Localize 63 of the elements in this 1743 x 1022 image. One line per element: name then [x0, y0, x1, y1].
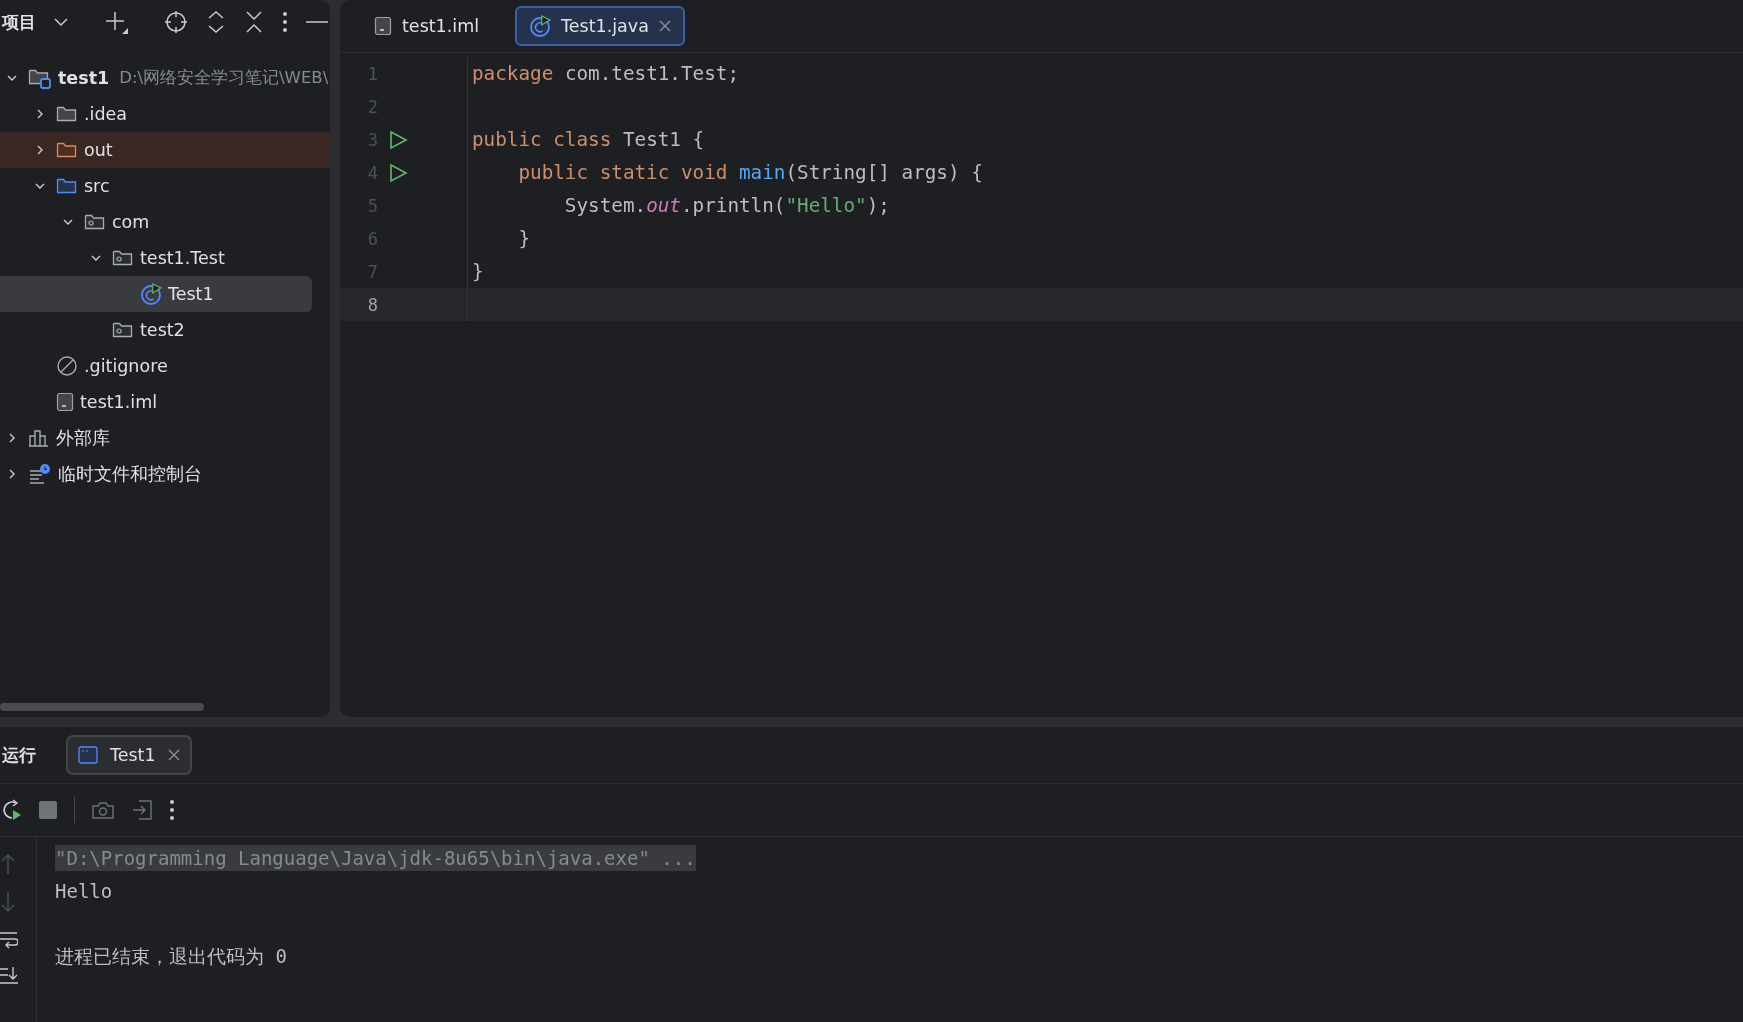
package-folder-icon [84, 212, 106, 232]
close-icon [658, 20, 671, 32]
console-line: 进程已结束，退出代码为 0 [55, 943, 287, 969]
ignore-icon [56, 355, 78, 377]
code-line: public static void main(String[] args) { [517, 161, 983, 184]
console-icon [78, 746, 98, 764]
tree-item-label[interactable]: .idea [84, 104, 128, 124]
code-line: System.out.println("Hello"); [563, 194, 890, 217]
tree-item-label[interactable]: test2 [140, 320, 185, 340]
rerun-icon [0, 799, 22, 821]
code-line: public class Test1 { [471, 128, 705, 151]
tree-item-label[interactable]: com [112, 212, 150, 232]
camera-icon [91, 800, 115, 820]
class-icon [140, 283, 162, 305]
tree-item-label[interactable]: src [84, 176, 110, 196]
scrollbar[interactable] [0, 703, 204, 711]
file-icon [374, 16, 392, 36]
tree-item-label[interactable]: test1.iml [80, 392, 158, 412]
run-tab[interactable]: Test1 [66, 735, 192, 775]
folder-icon [56, 104, 78, 124]
tree-item-label[interactable]: Test1 [168, 284, 214, 304]
collapse-all-icon [244, 10, 264, 34]
library-icon [28, 428, 50, 448]
line-number: 8 [366, 294, 379, 315]
run-icon [388, 129, 408, 150]
code-line: package com.test1.Test; [471, 62, 739, 85]
panel-title[interactable]: 运行 [2, 743, 36, 767]
code-line: } [471, 260, 484, 283]
stop-icon [38, 800, 58, 820]
package-folder-icon [112, 320, 134, 340]
tree-item-label[interactable]: 临时文件和控制台 [58, 462, 202, 486]
tree-item-label[interactable]: test1 [58, 68, 110, 88]
run-icon [388, 162, 408, 183]
module-folder-icon [28, 67, 52, 89]
arrow-up-icon [0, 853, 16, 875]
expand-all-icon [206, 10, 226, 34]
tree-item-label[interactable]: 外部库 [56, 426, 110, 450]
tree-item-label[interactable]: test1.Test [140, 248, 225, 268]
scroll-to-end-icon [0, 965, 18, 985]
folder-icon [56, 140, 78, 160]
package-folder-icon [112, 248, 134, 268]
arrow-down-icon [0, 891, 16, 913]
editor-tab[interactable]: Test1.java [515, 6, 685, 46]
panel-title[interactable]: 项目 [2, 10, 36, 34]
code-line: } [517, 227, 531, 250]
exit-icon [131, 799, 153, 821]
tree-item-label[interactable]: .gitignore [84, 356, 168, 376]
dropdown-caret-icon [54, 17, 68, 27]
folder-icon [56, 176, 78, 196]
more-options-icon [169, 799, 175, 821]
target-icon [164, 10, 188, 34]
close-icon [167, 749, 180, 761]
console-line: Hello [55, 879, 113, 902]
soft-wrap-icon [0, 929, 18, 949]
more-options-icon [282, 11, 288, 33]
scratch-console-icon [28, 463, 52, 485]
tree-item-label[interactable]: out [84, 140, 113, 160]
minimize-icon [306, 20, 328, 24]
editor-tab[interactable]: test1.iml [360, 6, 494, 46]
add-icon [104, 10, 128, 34]
project-path: D:\网络安全学习笔记\WEB\ [119, 67, 329, 89]
file-icon [56, 392, 74, 412]
class-icon [529, 15, 552, 37]
